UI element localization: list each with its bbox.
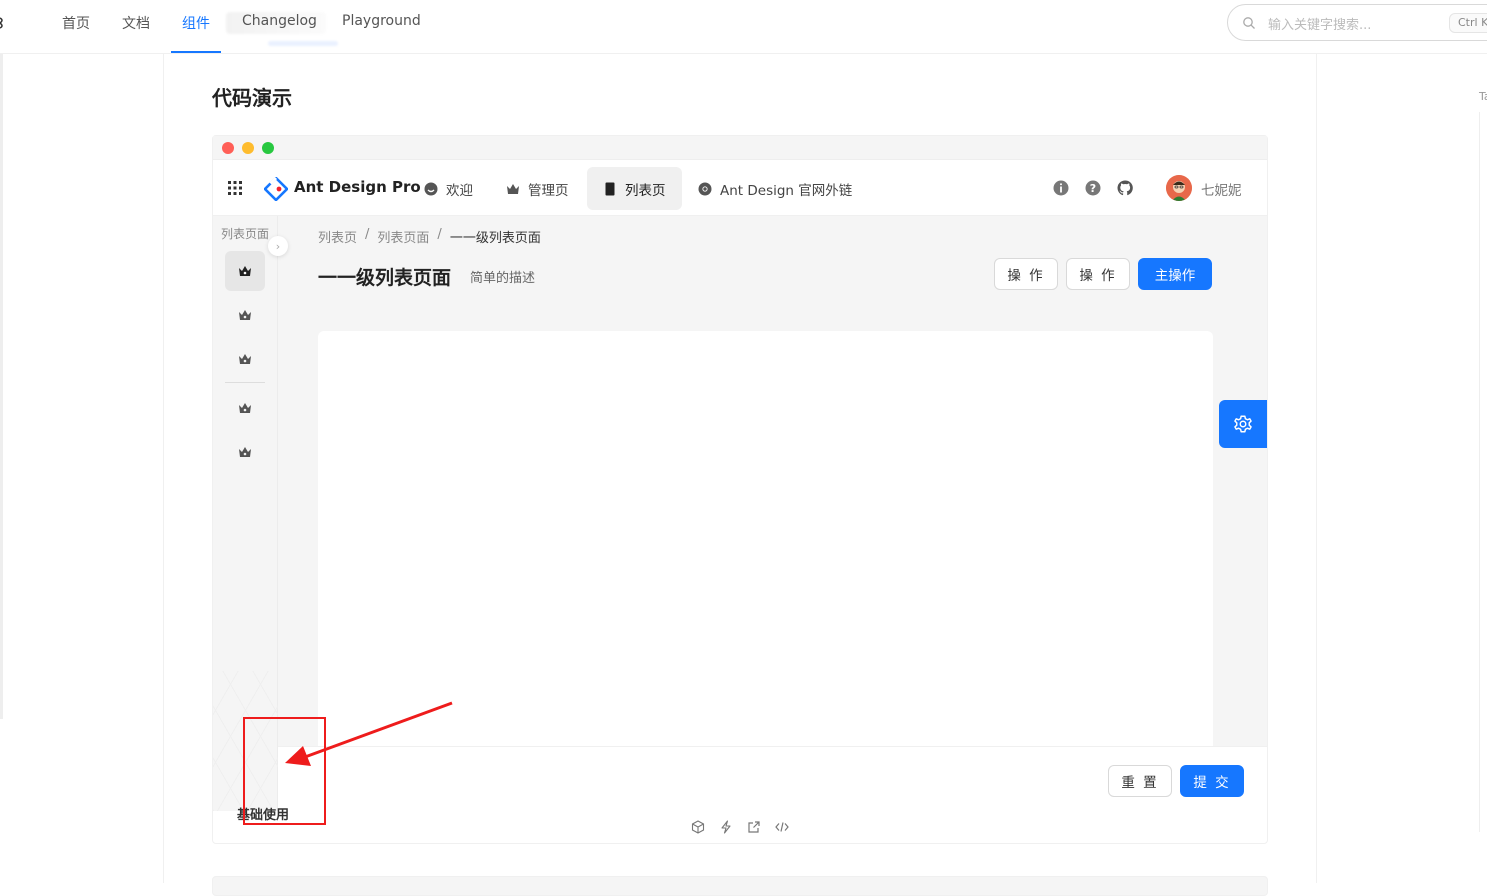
sider-title: 列表页面 [221,227,270,241]
menu-admin-label: 管理页 [528,182,569,199]
left-scroll-edge [0,54,3,719]
right-toc-rail: Ta [1316,54,1487,883]
breadcrumb: 列表页 / 列表页面 / 一一级列表页面 [318,227,541,246]
gear-icon [1234,415,1252,433]
avatar-illustration-icon [1166,175,1192,201]
app-page-description: 简单的描述 [470,271,536,286]
question-icon[interactable]: ? [1085,180,1101,196]
action-button-1[interactable]: 操 作 [994,258,1058,290]
menu-list[interactable]: 列表页 [587,167,682,210]
info-icon[interactable] [1053,180,1069,196]
breadcrumb-separator: / [365,227,370,242]
app-page-title: 一一级列表页面 [318,267,452,289]
menu-welcome[interactable]: 欢迎 [408,167,489,210]
app-brand-name[interactable]: Ant Design Pro [294,178,421,196]
browser-window-bar [213,136,1267,160]
app-body: 列表页面 › 列表页 / 列表页面 / 一一级列表页面 一一级列表页面 简单的描… [213,216,1267,811]
toc-line [1479,112,1480,832]
user-avatar[interactable] [1166,175,1192,201]
sider-item-3[interactable] [225,339,265,379]
breadcrumb-item[interactable]: 列表页面 [377,227,429,246]
apps-grid-icon[interactable] [228,181,242,195]
annotation-highlight-box [243,717,326,825]
demo-card: Ant Design Pro 欢迎 管理页 列表页 Ant Design 官网外… [212,135,1268,844]
menu-admin[interactable]: 管理页 [490,167,585,210]
menu-antd-link[interactable]: Ant Design 官网外链 [682,167,868,210]
crown-icon [239,310,251,320]
crown-icon [239,403,251,413]
nav-playground[interactable]: Playground [342,13,421,53]
breadcrumb-current: 一一级列表页面 [449,231,541,246]
search-icon [1243,17,1255,29]
action-button-2[interactable]: 操 作 [1066,258,1130,290]
toc-fragment: Ta [1479,90,1487,103]
crown-icon [239,266,251,276]
external-link-icon[interactable] [747,820,761,834]
ant-design-logo-icon[interactable] [264,177,288,201]
sider-collapse-button[interactable]: › [268,236,288,256]
submit-button[interactable]: 提 交 [1180,765,1244,797]
window-close-dot [222,142,234,154]
window-minimize-dot [242,142,254,154]
sider-item-5[interactable] [225,432,265,472]
menu-antd-link-label: Ant Design 官网外链 [720,182,853,199]
nav-home[interactable]: 首页 [62,13,90,53]
code-icon[interactable] [775,820,789,834]
crown-icon [239,447,251,457]
sider-item-4[interactable] [225,388,265,428]
window-maximize-dot [262,142,274,154]
footer-toolbar: 重 置 提 交 [278,746,1267,811]
menu-list-label: 列表页 [625,182,666,199]
codesandbox-icon[interactable] [691,820,705,834]
crown-icon [239,354,251,364]
sider-item-1[interactable] [225,251,265,291]
svg-text:?: ? [1090,182,1096,195]
next-demo-card [212,876,1268,896]
primary-action-button[interactable]: 主操作 [1138,258,1212,290]
user-name[interactable]: 七妮妮 [1201,179,1242,199]
nav-changelog[interactable]: Changelog [242,13,317,53]
content-card [318,331,1213,751]
github-icon[interactable] [1117,180,1133,196]
app-header: Ant Design Pro 欢迎 管理页 列表页 Ant Design 官网外… [213,160,1267,216]
thunderbolt-icon[interactable] [719,820,733,834]
sider-item-2[interactable] [225,295,265,335]
settings-drawer-button[interactable] [1219,400,1267,448]
site-logo-fragment[interactable] [0,14,4,32]
chevron-right-icon: › [275,239,281,253]
top-navbar: 首页 文档 组件 Changelog Playground 输入关键字搜索...… [0,0,1487,54]
nav-docs[interactable]: 文档 [122,13,150,53]
left-sidebar [0,54,164,883]
smile-icon [424,182,438,195]
sider-divider [225,382,265,383]
menu-welcome-label: 欢迎 [446,182,473,199]
breadcrumb-separator: / [437,227,442,242]
chrome-icon [698,182,712,195]
breadcrumb-item[interactable]: 列表页 [318,227,357,246]
page-title: 代码演示 [212,86,292,110]
search-box[interactable]: 输入关键字搜索... Ctrl K [1227,4,1487,41]
reset-button[interactable]: 重 置 [1108,765,1172,797]
nav-components[interactable]: 组件 [171,13,221,53]
demo-actions [691,820,789,834]
tablet-icon [605,182,615,195]
crown-icon [507,183,519,194]
search-shortcut-badge: Ctrl K [1449,13,1487,33]
search-placeholder: 输入关键字搜索... [1268,18,1372,33]
